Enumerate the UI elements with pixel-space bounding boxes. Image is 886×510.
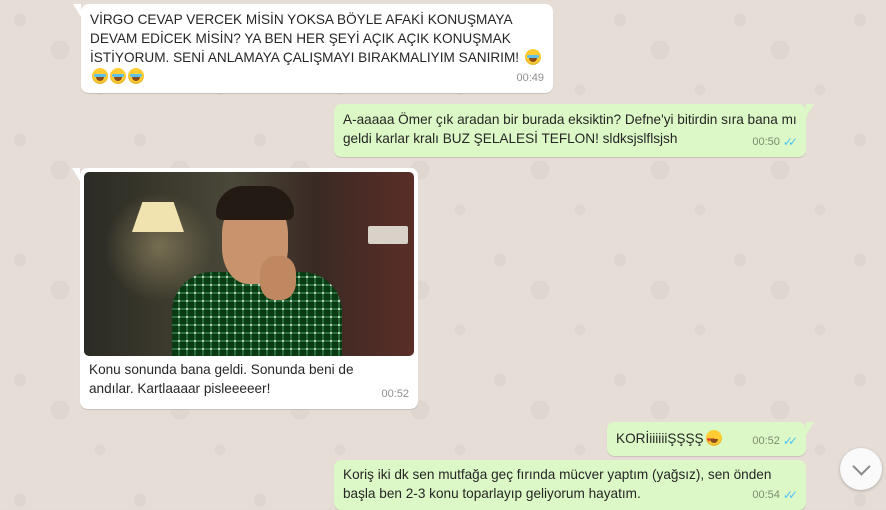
double-check-icon: ✓✓ <box>782 135 798 149</box>
message-text: A-aaaaa Ömer çık aradan bir burada eksik… <box>343 112 797 146</box>
double-check-icon: ✓✓ <box>782 488 798 502</box>
double-check-icon: ✓✓ <box>782 434 798 448</box>
message-time: 00:54 <box>752 489 780 501</box>
face-with-tears-of-joy-icon <box>110 68 126 84</box>
message-meta: 00:52 <box>381 385 409 404</box>
message-meta: 00:54 ✓✓ <box>752 486 798 505</box>
message-meta: 00:49 <box>516 69 544 88</box>
message-time: 00:52 <box>752 435 780 447</box>
wall-switch <box>368 226 408 244</box>
person-hair <box>216 186 294 220</box>
image-caption: Konu sonunda bana geldi. Sonunda beni de… <box>89 362 354 396</box>
message-time: 00:49 <box>516 72 544 84</box>
person-hand <box>260 256 296 300</box>
chevron-down-icon <box>851 457 871 476</box>
message-time: 00:52 <box>381 388 409 400</box>
message-text: Koriş iki dk sen mutfağa geç fırında müc… <box>343 467 772 501</box>
face-with-tears-of-joy-icon <box>92 68 108 84</box>
message-text: VİRGO CEVAP VERCEK MİSİN YOKSA BÖYLE AFA… <box>90 10 544 86</box>
smiling-face-with-heart-eyes-icon <box>705 430 722 450</box>
message-meta: 00:52 ✓✓ <box>752 432 798 451</box>
message-bubble-incoming[interactable]: VİRGO CEVAP VERCEK MİSİN YOKSA BÖYLE AFA… <box>73 4 553 93</box>
scroll-to-bottom-button[interactable] <box>840 448 882 490</box>
person-shirt <box>172 272 342 356</box>
message-time: 00:50 <box>752 136 780 148</box>
message-bubble-outgoing[interactable]: A-aaaaa Ömer çık aradan bir burada eksik… <box>334 104 814 157</box>
message-meta: 00:50 ✓✓ <box>752 133 798 152</box>
message-bubble-outgoing[interactable]: KORİiiiiiiŞŞŞŞ 00:52 ✓✓ <box>607 422 814 456</box>
face-with-tears-of-joy-icon <box>524 49 541 65</box>
message-photo[interactable] <box>84 172 414 356</box>
message-bubble-outgoing[interactable]: Koriş iki dk sen mutfağa geç fırında müc… <box>334 460 806 510</box>
message-bubble-incoming-image[interactable]: Konu sonunda bana geldi. Sonunda beni de… <box>72 168 418 409</box>
face-with-tears-of-joy-icon <box>128 68 144 84</box>
